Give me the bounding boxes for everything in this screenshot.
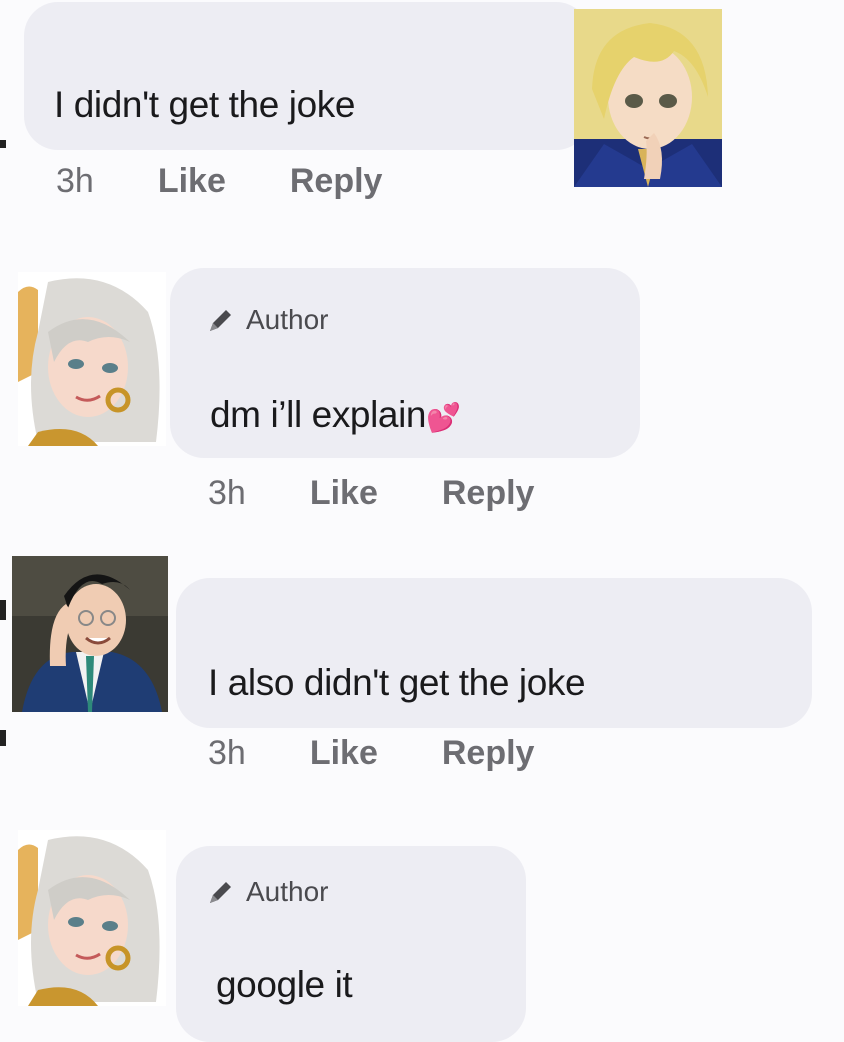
comment-time: 3h bbox=[208, 474, 246, 512]
reply-button[interactable]: Reply bbox=[442, 474, 535, 513]
comment-item: Author dm i’ll explain💕 3h Like Reply bbox=[0, 260, 844, 550]
comment-time: 3h bbox=[56, 162, 94, 200]
avatar[interactable] bbox=[12, 556, 168, 712]
comment-bubble[interactable]: Author dm i’ll explain💕 bbox=[170, 268, 640, 458]
comment-bubble[interactable]: Author google it bbox=[176, 846, 526, 1042]
avatar[interactable] bbox=[18, 830, 166, 1006]
author-badge: Author bbox=[206, 304, 329, 336]
author-badge-label: Author bbox=[246, 876, 329, 907]
comment-text-body: dm i’ll explain bbox=[210, 394, 427, 435]
silver-hair-character-icon bbox=[18, 272, 166, 446]
comment-text: I also didn't get the joke bbox=[208, 662, 586, 703]
comment-text: dm i’ll explain💕 bbox=[210, 394, 461, 436]
comment-meta: 3h Like Reply bbox=[208, 474, 534, 513]
comment-meta: 3h Like Reply bbox=[56, 162, 382, 201]
edge-marker bbox=[0, 730, 6, 746]
comment-item: I also didn't get the joke 3h Like Reply bbox=[0, 550, 844, 800]
blonde-character-icon bbox=[574, 9, 722, 187]
author-badge: Author bbox=[206, 876, 329, 908]
comment-item: I didn't get the joke 3h Like Reply bbox=[0, 0, 844, 230]
reply-button[interactable]: Reply bbox=[442, 734, 535, 773]
avatar[interactable] bbox=[18, 272, 166, 446]
comment-bubble[interactable]: I didn't get the joke bbox=[24, 2, 590, 150]
comment-time: 3h bbox=[208, 734, 246, 772]
edge-marker bbox=[0, 140, 6, 148]
like-button[interactable]: Like bbox=[310, 474, 378, 513]
pencil-icon bbox=[210, 882, 231, 903]
comment-text: I didn't get the joke bbox=[54, 84, 356, 125]
suit-glasses-character-icon bbox=[12, 556, 168, 712]
pencil-icon bbox=[210, 310, 231, 331]
avatar[interactable] bbox=[574, 9, 722, 187]
comment-bubble[interactable]: I also didn't get the joke bbox=[176, 578, 812, 728]
emoji-hearts: 💕 bbox=[426, 402, 461, 433]
silver-hair-character-icon bbox=[18, 830, 166, 1006]
reply-button[interactable]: Reply bbox=[290, 162, 383, 201]
comment-item: Author google it bbox=[0, 820, 844, 1042]
comment-text: google it bbox=[216, 964, 353, 1005]
like-button[interactable]: Like bbox=[158, 162, 226, 201]
like-button[interactable]: Like bbox=[310, 734, 378, 773]
author-badge-label: Author bbox=[246, 304, 329, 335]
comment-meta: 3h Like Reply bbox=[208, 734, 534, 773]
edge-marker bbox=[0, 600, 6, 620]
